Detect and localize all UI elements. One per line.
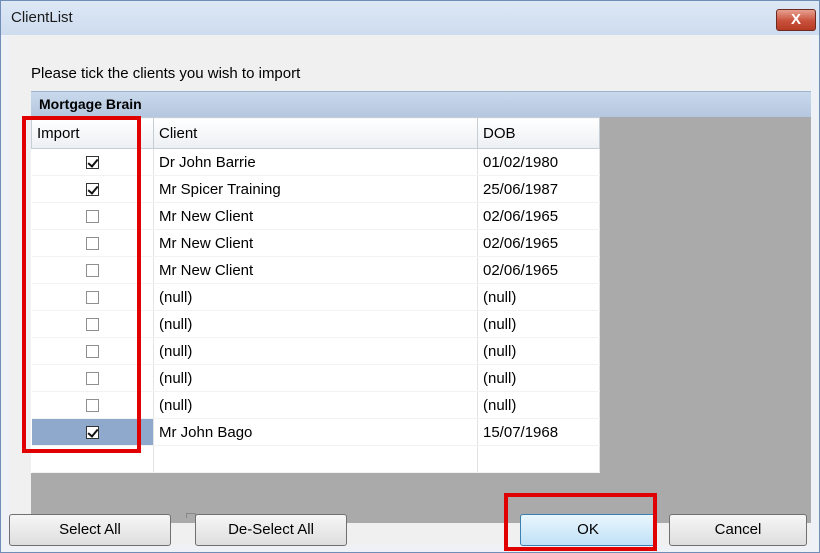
client-cell[interactable]: Mr John Bago (153, 418, 478, 446)
dob-cell[interactable]: 02/06/1965 (477, 202, 600, 230)
client-cell[interactable]: (null) (153, 337, 478, 365)
close-icon: X (790, 11, 801, 28)
client-cell[interactable]: Mr New Client (153, 256, 478, 284)
dob-cell[interactable]: 15/07/1968 (477, 418, 600, 446)
client-cell[interactable]: Mr New Client (153, 229, 478, 257)
ok-button-highlight (504, 493, 657, 551)
group-header: Mortgage Brain (31, 91, 811, 117)
deselect-all-button[interactable]: De-Select All (195, 514, 347, 546)
client-cell[interactable]: Mr Spicer Training (153, 175, 478, 203)
close-button[interactable]: X (776, 9, 816, 31)
title-bar[interactable]: ClientList X (1, 1, 819, 35)
client-cell[interactable]: (null) (153, 310, 478, 338)
dob-cell[interactable]: (null) (477, 364, 600, 392)
client-cell[interactable]: (null) (153, 391, 478, 419)
client-cell[interactable]: (null) (153, 283, 478, 311)
window-title: ClientList (11, 9, 73, 26)
dob-cell[interactable]: 25/06/1987 (477, 175, 600, 203)
dob-cell[interactable]: 01/02/1980 (477, 148, 600, 176)
column-header-dob[interactable]: DOB (477, 117, 600, 149)
column-header-client[interactable]: Client (153, 117, 478, 149)
group-name: Mortgage Brain (39, 96, 142, 112)
dob-cell[interactable]: (null) (477, 391, 600, 419)
import-column-highlight (22, 116, 141, 453)
dob-cell[interactable]: (null) (477, 337, 600, 365)
instruction-label: Please tick the clients you wish to impo… (31, 65, 301, 82)
cancel-button[interactable]: Cancel (669, 514, 807, 546)
empty-cell[interactable] (477, 445, 600, 473)
client-cell[interactable]: Dr John Barrie (153, 148, 478, 176)
dob-cell[interactable]: 02/06/1965 (477, 256, 600, 284)
client-cell[interactable]: Mr New Client (153, 202, 478, 230)
dob-cell[interactable]: 02/06/1965 (477, 229, 600, 257)
dob-cell[interactable]: (null) (477, 310, 600, 338)
empty-cell[interactable] (153, 445, 478, 473)
select-all-button[interactable]: Select All (9, 514, 171, 546)
client-cell[interactable]: (null) (153, 364, 478, 392)
dob-cell[interactable]: (null) (477, 283, 600, 311)
